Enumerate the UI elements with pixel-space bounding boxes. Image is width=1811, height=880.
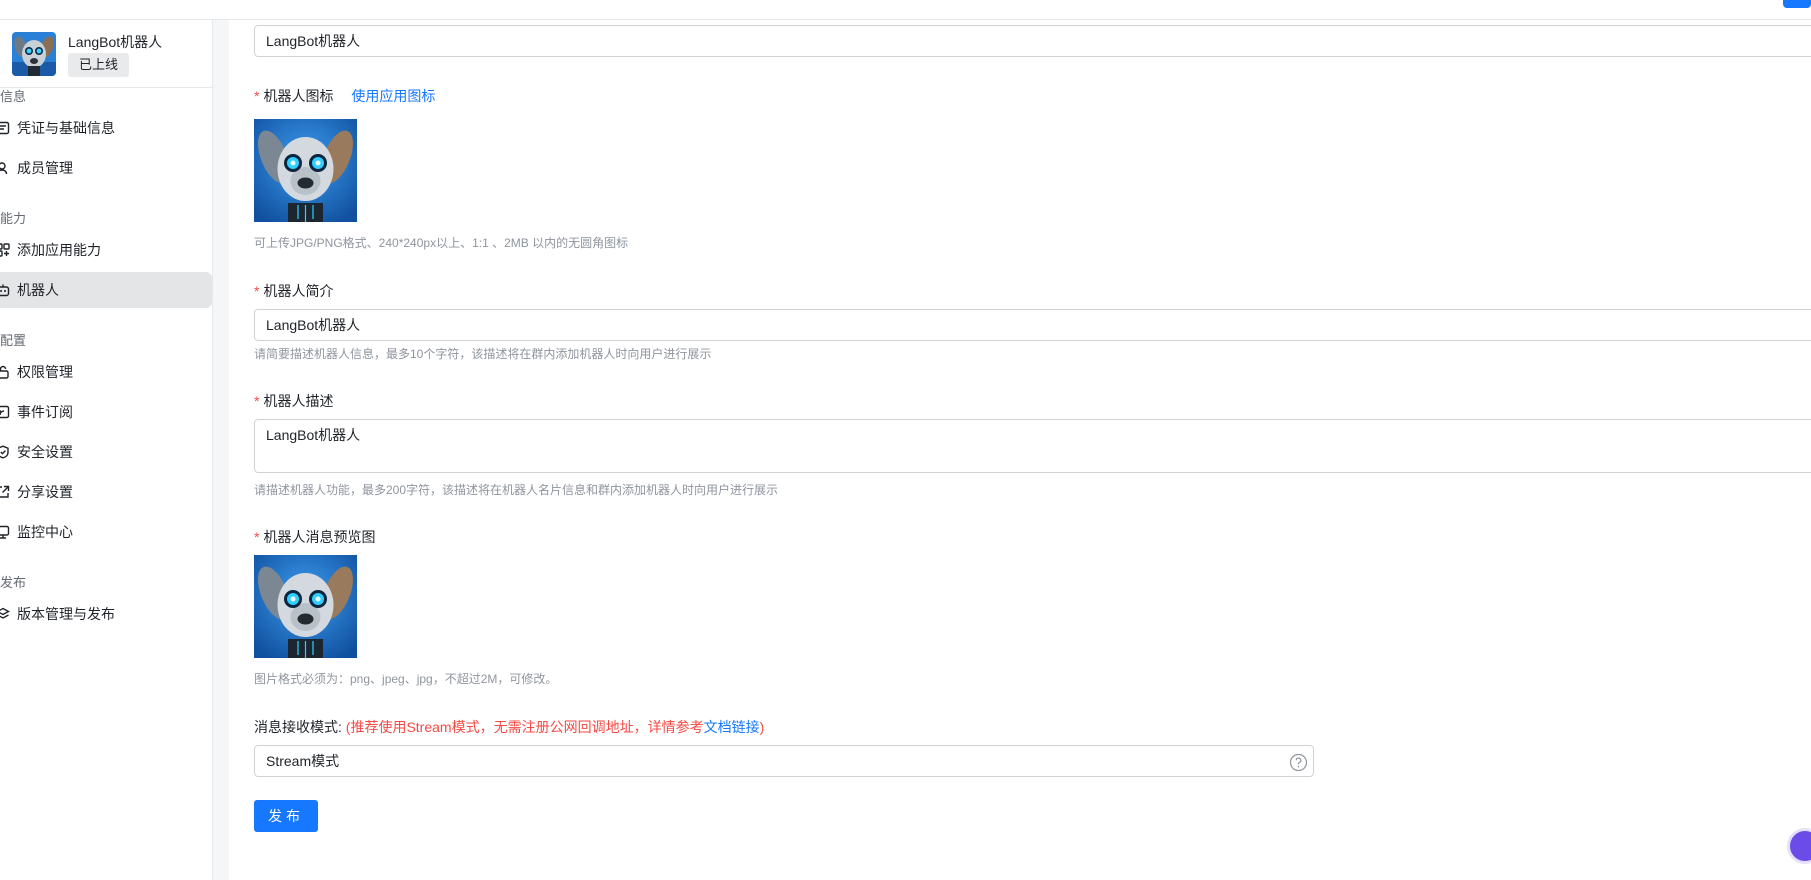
bot-preview-label-text: 机器人消息预览图 <box>263 529 376 545</box>
sidebar-item-members[interactable]: 成员管理 <box>0 150 212 186</box>
doc-link[interactable]: 文档链接 <box>704 719 760 735</box>
layers-icon <box>0 607 10 621</box>
shield-icon <box>0 445 10 459</box>
bot-description-label-text: 机器人描述 <box>263 393 334 409</box>
sidebar-item-credentials[interactable]: 凭证与基础信息 <box>0 110 212 146</box>
required-mark: * <box>254 529 260 545</box>
message-mode-select[interactable]: Stream模式 <box>254 745 1314 777</box>
message-mode-hint-suffix: ) <box>759 719 765 735</box>
sidebar-item-label: 成员管理 <box>17 160 73 176</box>
message-mode-hint: (推荐使用Stream模式，无需注册公网回调地址，详情参考 <box>345 719 704 735</box>
help-icon[interactable] <box>1289 752 1308 772</box>
bot-preview-label: * 机器人消息预览图 <box>254 527 375 547</box>
top-bar <box>0 0 1811 20</box>
bot-intro-label: * 机器人简介 <box>254 281 333 301</box>
use-app-icon-link[interactable]: 使用应用图标 <box>351 88 435 104</box>
bot-intro-input[interactable]: LangBot机器人 <box>254 309 1811 341</box>
bot-description-textarea[interactable]: LangBot机器人 <box>254 419 1811 473</box>
sidebar-item-security[interactable]: 安全设置 <box>0 434 212 470</box>
bot-intro-label-text: 机器人简介 <box>263 283 334 299</box>
apps-grid-icon <box>0 243 10 257</box>
sidebar-item-versions[interactable]: 版本管理与发布 <box>0 596 212 632</box>
required-mark: * <box>254 88 260 104</box>
members-icon <box>0 161 10 175</box>
robot-dog-avatar-icon <box>12 32 56 76</box>
bot-description-label: * 机器人描述 <box>254 391 333 411</box>
sidebar-item-monitor[interactable]: 监控中心 <box>0 514 212 550</box>
robot-icon <box>0 283 10 297</box>
share-icon <box>0 485 10 499</box>
bot-icon-label: * 机器人图标 使用应用图标 <box>254 86 435 106</box>
required-mark: * <box>254 283 260 299</box>
robot-dog-image-icon <box>254 119 357 222</box>
bot-icon-label-text: 机器人图标 <box>263 88 334 104</box>
sidebar-item-label: 权限管理 <box>17 364 73 380</box>
app-header: LangBot机器人 已上线 <box>0 20 212 88</box>
required-mark: * <box>254 393 260 409</box>
sidebar-item-robot[interactable]: 机器人 <box>0 272 212 308</box>
message-mode-label: 消息接收模式: (推荐使用Stream模式，无需注册公网回调地址，详情参考文档链… <box>254 717 764 737</box>
sidebar-item-label: 安全设置 <box>17 444 73 460</box>
app-name: LangBot机器人 <box>68 34 163 50</box>
content-gutter <box>213 20 229 880</box>
bot-name-input[interactable]: LangBot机器人 <box>254 25 1811 57</box>
sidebar-item-label: 监控中心 <box>17 524 73 540</box>
sidebar-item-label: 分享设置 <box>17 484 73 500</box>
sidebar-item-label: 事件订阅 <box>17 404 73 420</box>
subscribe-icon <box>0 405 10 419</box>
sidebar-item-permissions[interactable]: 权限管理 <box>0 354 212 390</box>
bot-icon-hint: 可上传JPG/PNG格式、240*240px以上、1:1 、2MB 以内的无圆角… <box>254 236 629 250</box>
bot-icon-upload[interactable] <box>254 119 357 222</box>
message-mode-value: Stream模式 <box>266 753 340 769</box>
app-avatar <box>12 32 56 76</box>
bot-intro-hint: 请简要描述机器人信息，最多10个字符，该描述将在群内添加机器人时向用户进行展示 <box>254 347 712 361</box>
sidebar-item-label: 凭证与基础信息 <box>17 120 115 136</box>
sidebar-item-label: 机器人 <box>17 282 59 298</box>
sidebar-item-events[interactable]: 事件订阅 <box>0 394 212 430</box>
credential-icon <box>0 121 10 135</box>
bot-description-hint: 请描述机器人功能，最多200字符，该描述将在机器人名片信息和群内添加机器人时向用… <box>254 483 779 497</box>
top-right-button[interactable] <box>1783 0 1811 8</box>
nav-section-publish: 发布 <box>0 575 27 590</box>
lock-icon <box>0 365 10 379</box>
nav-section-config: 配置 <box>0 333 27 348</box>
floating-assistant-button[interactable] <box>1787 828 1811 864</box>
bot-preview-upload[interactable] <box>254 555 357 658</box>
robot-dog-preview-icon <box>254 555 357 658</box>
sidebar-item-label: 版本管理与发布 <box>17 606 115 622</box>
nav-section-info: 信息 <box>0 89 27 104</box>
robot-settings-form: LangBot机器人 * 机器人图标 使用应用图标 可上传JPG/PNG格式、24… <box>229 20 1811 880</box>
sidebar: LangBot机器人 已上线 信息 凭证与基础信息 成员管理 能力 添加应用能力… <box>0 20 213 880</box>
message-mode-label-text: 消息接收模式: <box>254 719 342 735</box>
sidebar-item-share[interactable]: 分享设置 <box>0 474 212 510</box>
monitor-icon <box>0 525 10 539</box>
sidebar-item-label: 添加应用能力 <box>17 242 101 258</box>
nav-section-ability: 能力 <box>0 211 27 226</box>
publish-button[interactable]: 发布 <box>254 800 318 832</box>
sidebar-item-add-ability[interactable]: 添加应用能力 <box>0 232 212 268</box>
status-badge: 已上线 <box>68 53 130 77</box>
bot-preview-hint: 图片格式必须为：png、jpeg、jpg，不超过2M，可修改。 <box>254 672 558 686</box>
